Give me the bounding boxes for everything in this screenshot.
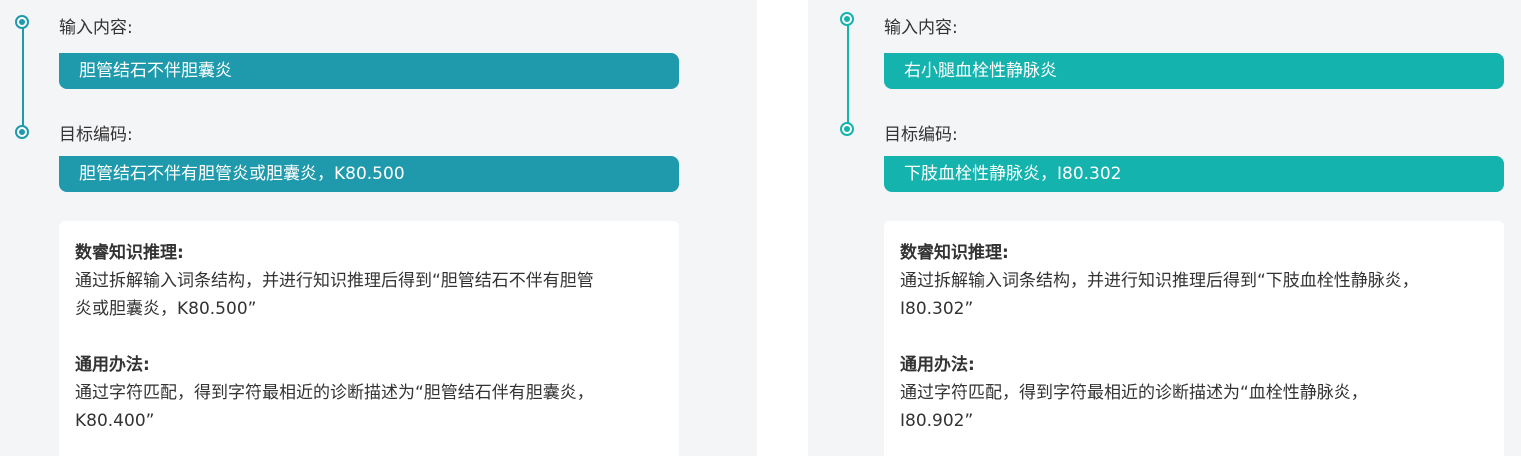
left-example-panel: 输入内容: 胆管结石不伴胆囊炎 目标编码: 胆管结石不伴有胆管炎或胆囊炎，K80… bbox=[0, 0, 757, 456]
input-label: 输入内容: bbox=[59, 18, 133, 38]
card-spacer bbox=[75, 323, 663, 351]
explanation-card: 数睿知识推理: 通过拆解输入词条结构，并进行知识推理后得到“胆管结石不伴有胆管 … bbox=[59, 221, 679, 456]
timeline-line bbox=[22, 22, 24, 132]
general-method-title: 通用办法: bbox=[900, 355, 975, 375]
general-method-text-line2: I80.902” bbox=[900, 411, 974, 431]
reasoning-text-line2: 炎或胆囊炎，K80.500” bbox=[75, 299, 257, 319]
reasoning-text-line1: 通过拆解输入词条结构，并进行知识推理后得到“胆管结石不伴有胆管 bbox=[75, 271, 594, 291]
card-spacer bbox=[900, 323, 1488, 351]
reasoning-title: 数睿知识推理: bbox=[900, 243, 1009, 263]
input-value-bar: 右小腿血栓性静脉炎 bbox=[884, 53, 1504, 89]
input-label: 输入内容: bbox=[884, 18, 958, 38]
target-label: 目标编码: bbox=[59, 125, 133, 145]
general-method-text-line1: 通过字符匹配，得到字符最相近的诊断描述为“血栓性静脉炎， bbox=[900, 383, 1368, 403]
general-method-text-line1: 通过字符匹配，得到字符最相近的诊断描述为“胆管结石伴有胆囊炎， bbox=[75, 383, 594, 403]
timeline-dot-input-icon bbox=[840, 12, 854, 26]
explanation-card: 数睿知识推理: 通过拆解输入词条结构，并进行知识推理后得到“下肢血栓性静脉炎， … bbox=[884, 221, 1504, 456]
timeline-line bbox=[847, 19, 849, 129]
general-method-text-line2: K80.400” bbox=[75, 411, 155, 431]
reasoning-text-line2: I80.302” bbox=[900, 299, 974, 319]
comparison-page: 输入内容: 胆管结石不伴胆囊炎 目标编码: 胆管结石不伴有胆管炎或胆囊炎，K80… bbox=[0, 0, 1521, 456]
reasoning-text-line1: 通过拆解输入词条结构，并进行知识推理后得到“下肢血栓性静脉炎， bbox=[900, 271, 1419, 291]
reasoning-title: 数睿知识推理: bbox=[75, 243, 184, 263]
target-value-bar: 胆管结石不伴有胆管炎或胆囊炎，K80.500 bbox=[59, 156, 679, 192]
input-value-bar: 胆管结石不伴胆囊炎 bbox=[59, 53, 679, 89]
right-example-panel: 输入内容: 右小腿血栓性静脉炎 目标编码: 下肢血栓性静脉炎，I80.302 数… bbox=[808, 0, 1521, 456]
timeline-dot-target-icon bbox=[15, 125, 29, 139]
timeline-dot-target-icon bbox=[840, 122, 854, 136]
target-value-bar: 下肢血栓性静脉炎，I80.302 bbox=[884, 156, 1504, 192]
target-label: 目标编码: bbox=[884, 125, 958, 145]
timeline-dot-input-icon bbox=[15, 15, 29, 29]
general-method-title: 通用办法: bbox=[75, 355, 150, 375]
